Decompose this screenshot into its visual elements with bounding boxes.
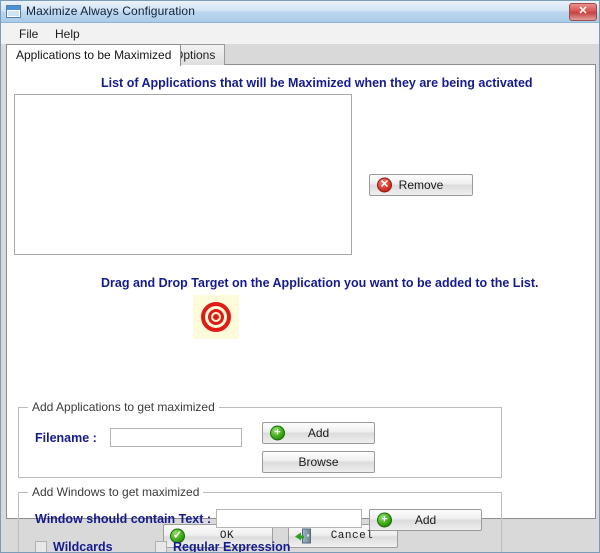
close-button[interactable]: ✕ [569, 3, 597, 21]
application-list-box[interactable] [14, 94, 352, 255]
menu-item-file[interactable]: File [13, 26, 44, 42]
filename-input[interactable] [110, 428, 242, 447]
menu-item-help[interactable]: Help [49, 26, 86, 42]
wildcards-checkbox-box[interactable] [35, 541, 47, 553]
drag-drop-target-icon[interactable] [193, 295, 239, 339]
browse-button[interactable]: Browse [262, 451, 375, 473]
drag-drop-caption: Drag and Drop Target on the Application … [101, 276, 539, 290]
add-window-button-label: Add [370, 513, 481, 527]
window-icon-bar [7, 6, 20, 10]
filename-label: Filename : [35, 431, 97, 445]
add-application-button[interactable]: + Add [262, 422, 375, 444]
window-text-label: Window should contain Text : [35, 512, 211, 526]
wildcards-checkbox[interactable]: Wildcards [35, 540, 113, 553]
window-text-input[interactable] [216, 509, 362, 528]
tab-page-applications: List of Applications that will be Maximi… [6, 64, 596, 519]
add-application-button-label: Add [263, 426, 374, 440]
menu-bar: File Help [1, 23, 600, 44]
window-icon-body [8, 11, 19, 16]
add-applications-group-title: Add Applications to get maximized [28, 400, 219, 414]
regular-expression-checkbox-box[interactable] [155, 541, 167, 553]
remove-button-label: Remove [370, 178, 472, 192]
title-bar: Maximize Always Configuration ✕ [1, 1, 600, 23]
add-window-button[interactable]: + Add [369, 509, 482, 531]
wildcards-checkbox-label: Wildcards [53, 540, 113, 553]
browse-button-label: Browse [263, 455, 374, 469]
window-icon [6, 5, 21, 18]
tab-applications-to-be-maximized[interactable]: Applications to be Maximized [6, 44, 181, 66]
target-center-dot [213, 314, 219, 320]
window-title: Maximize Always Configuration [26, 4, 195, 18]
application-window: Maximize Always Configuration ✕ File Hel… [0, 0, 600, 553]
add-windows-group-title: Add Windows to get maximized [28, 485, 203, 499]
regular-expression-checkbox-label: Regular Expression [173, 540, 290, 553]
regular-expression-checkbox[interactable]: Regular Expression [155, 540, 290, 553]
tab-strip: Applications to be Maximized Options [6, 44, 596, 65]
close-icon: ✕ [570, 4, 596, 20]
remove-button[interactable]: ✕ Remove [369, 174, 473, 196]
applist-caption: List of Applications that will be Maximi… [101, 76, 533, 90]
